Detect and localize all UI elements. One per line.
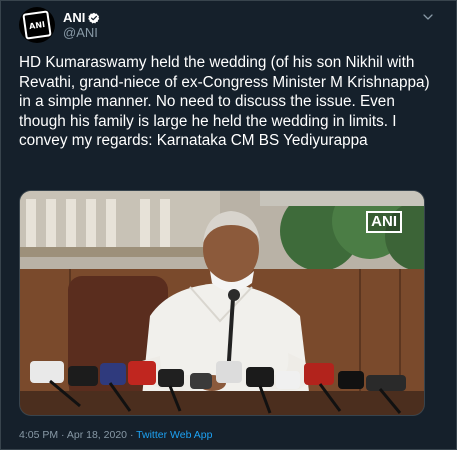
tweet-time[interactable]: 4:05 PM (19, 429, 58, 441)
tweet-meta: 4:05 PM · Apr 18, 2020 · Twitter Web App (19, 429, 212, 441)
tweet-media-image[interactable]: ANI (19, 190, 425, 416)
tweet-source-link[interactable]: Twitter Web App (136, 429, 212, 441)
tweet-date[interactable]: Apr 18, 2020 (67, 429, 127, 441)
meta-separator-2: · (129, 429, 134, 441)
chevron-down-icon[interactable] (422, 11, 434, 23)
avatar[interactable]: ANI (19, 7, 55, 43)
avatar-logo-text: ANI (22, 10, 52, 40)
media-watermark: ANI (366, 211, 402, 233)
verified-badge-icon (88, 12, 100, 23)
author-names: ANI @ANI (63, 10, 100, 40)
press-conference-photo (20, 191, 424, 415)
meta-separator: · (61, 429, 65, 441)
handle[interactable]: @ANI (63, 25, 100, 40)
tweet-header: ANI ANI @ANI (19, 7, 100, 43)
display-name[interactable]: ANI (63, 10, 85, 25)
display-name-row: ANI (63, 10, 100, 25)
tweet-card: ANI ANI @ANI HD Kumaraswamy held the wed… (0, 0, 457, 450)
tweet-text: HD Kumaraswamy held the wedding (of his … (19, 54, 430, 149)
